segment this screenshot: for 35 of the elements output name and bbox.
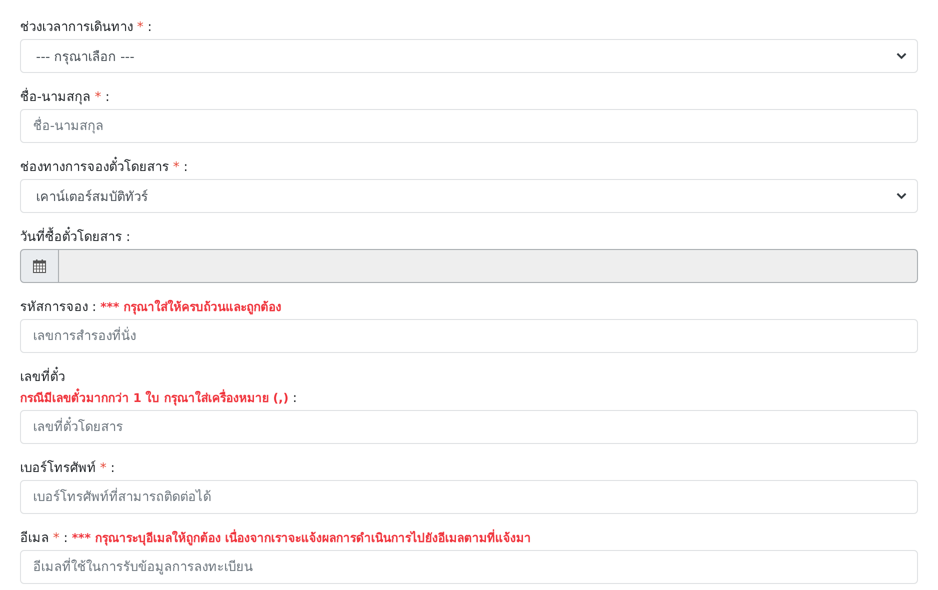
required-mark: *	[137, 19, 144, 37]
field-label: เบอร์โทรศัพท์	[20, 459, 96, 478]
hint-note: กรณีมีเลขตั๋วมากกว่า 1 ใบ กรุณาใส่เครื่องหมาย (,)	[20, 389, 289, 408]
input-field[interactable]: เลขที่ตั๋วโดยสาร	[20, 410, 918, 444]
field-label: เลขที่ตั๋ว	[20, 368, 65, 387]
label-colon: :	[292, 390, 297, 408]
input-field[interactable]: เลขการสำรองที่นั่ง	[20, 319, 918, 353]
input-field[interactable]: อีเมลที่ใช้ในการรับข้อมูลการลงทะเบียน	[20, 550, 918, 584]
field-label: ช่องทางการจองตั๋วโดยสาร	[20, 158, 169, 177]
input-field[interactable]: ชื่อ-นามสกุล	[20, 109, 918, 143]
field-label: รหัสการจอง	[20, 299, 88, 317]
field-label: ชื่อ-นามสกุล	[20, 88, 91, 107]
label-colon: :	[184, 159, 188, 177]
label-colon: :	[126, 229, 130, 247]
field-label: ช่วงเวลาการเดินทาง	[20, 19, 133, 37]
dropdown[interactable]: --- กรุณาเลือก ---	[20, 39, 918, 73]
label-colon: :	[105, 89, 110, 107]
label-colon: :	[148, 19, 152, 37]
required-mark: *	[173, 159, 180, 177]
calendar-button[interactable]	[20, 249, 59, 283]
label-colon: :	[110, 460, 115, 478]
required-mark: *	[94, 89, 102, 107]
dropdown[interactable]: เคาน์เตอร์สมบัติทัวร์	[20, 179, 918, 213]
hint-note: *** กรุณาระบุอีเมลให้ถูกต้อง เนื่องจากเราจะแจ้งผลการดำเนินการไปยังอีเมลตามที่แจ้งมา	[72, 529, 532, 548]
required-mark: *	[53, 530, 60, 548]
chevron-down-icon	[896, 52, 907, 60]
field-label: อีเมล	[20, 530, 49, 548]
input-field[interactable]: เบอร์โทรศัพท์ที่สามารถติดต่อได้	[20, 480, 918, 514]
hint-note: *** กรุณาใส่ให้ครบถ้วนและถูกต้อง	[100, 298, 282, 317]
label-colon: :	[64, 530, 68, 548]
label-colon: :	[92, 299, 96, 317]
field-label: วันที่ซื้อตั๋วโดยสาร	[20, 228, 122, 247]
calendar-icon	[33, 259, 46, 273]
required-mark: *	[100, 460, 106, 478]
chevron-down-icon	[896, 192, 907, 200]
